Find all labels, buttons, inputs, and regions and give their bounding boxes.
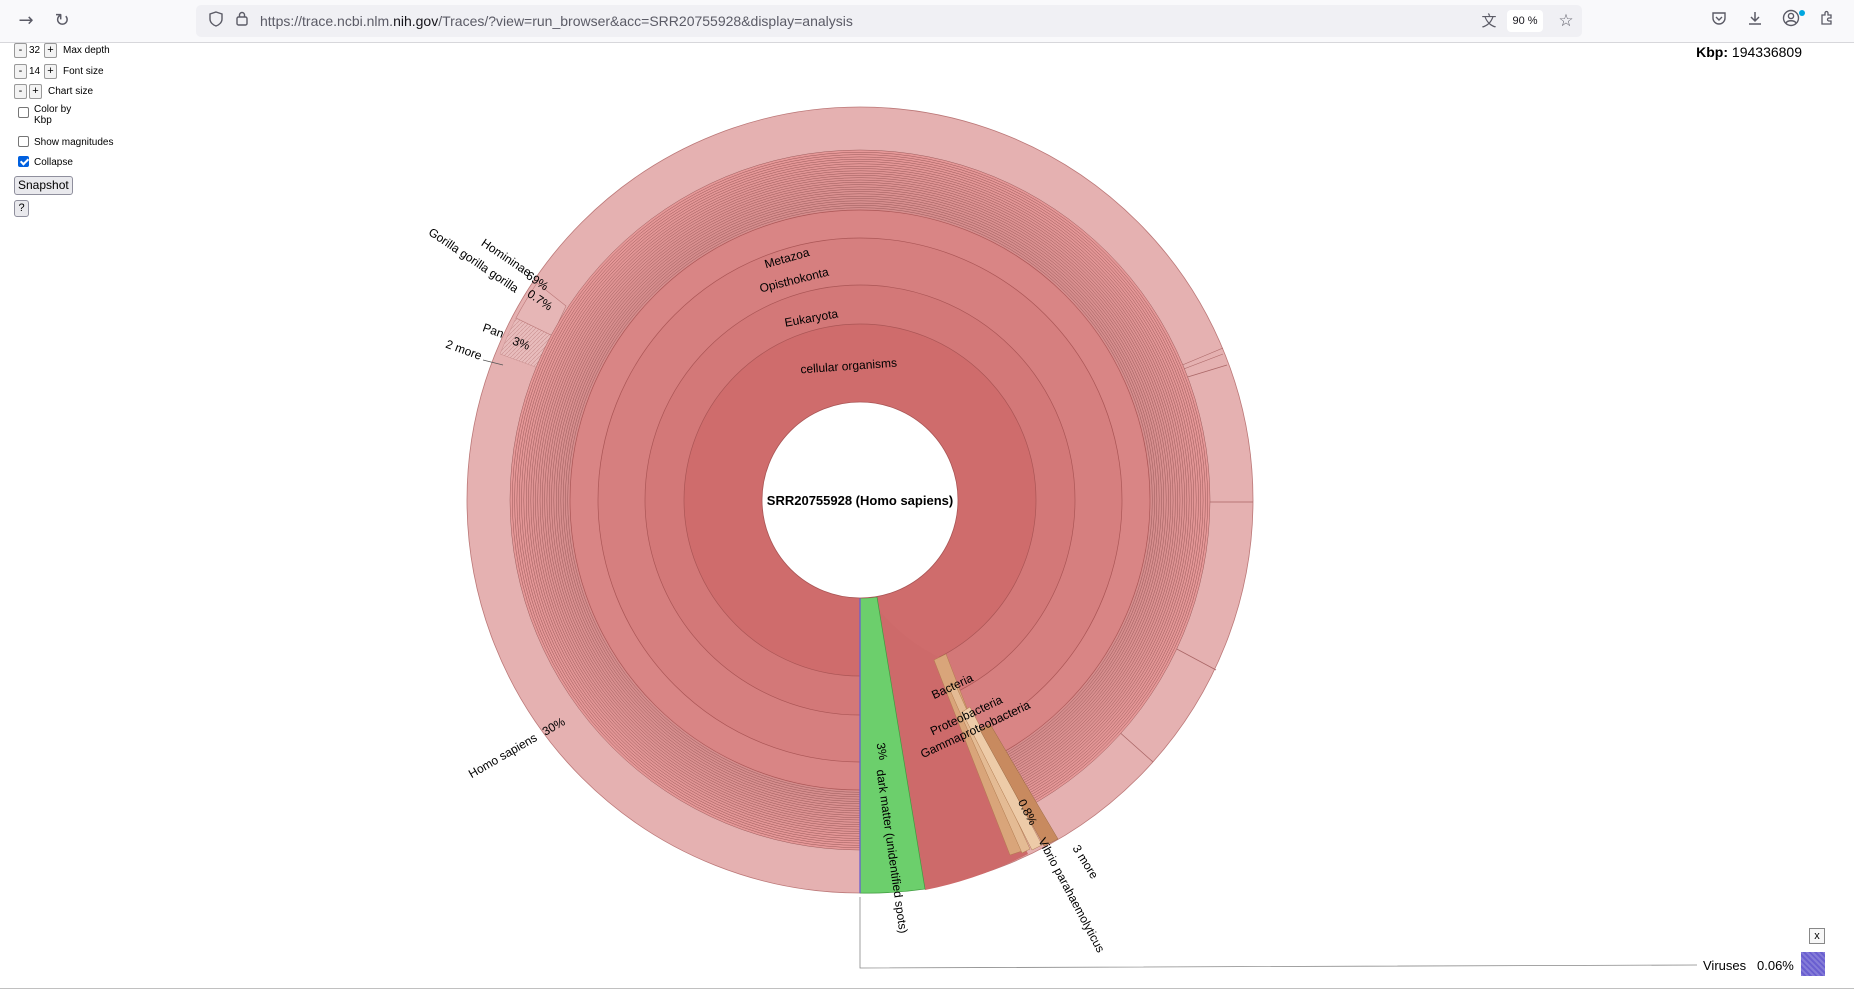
homo-sapiens-label: Homo sapiens	[466, 730, 539, 780]
pan-label: Pan	[481, 320, 506, 340]
krona-chart[interactable]: SRR20755928 (Homo sapiens) cellular orga…	[0, 0, 1854, 991]
status-border	[0, 988, 1854, 989]
viruses-swatch[interactable]	[1801, 952, 1825, 976]
two-more-label: 2 more	[444, 337, 484, 363]
viruses-pct: 0.06%	[1757, 958, 1794, 973]
vibrio-label: Vibrio parahaemolyticus	[1035, 835, 1107, 954]
close-button[interactable]: x	[1809, 928, 1825, 944]
three-more-label: 3 more	[1070, 842, 1102, 881]
viruses-label: Viruses	[1703, 958, 1747, 973]
viruses-leader	[859, 897, 1698, 969]
root-label: SRR20755928 (Homo sapiens)	[767, 493, 953, 508]
